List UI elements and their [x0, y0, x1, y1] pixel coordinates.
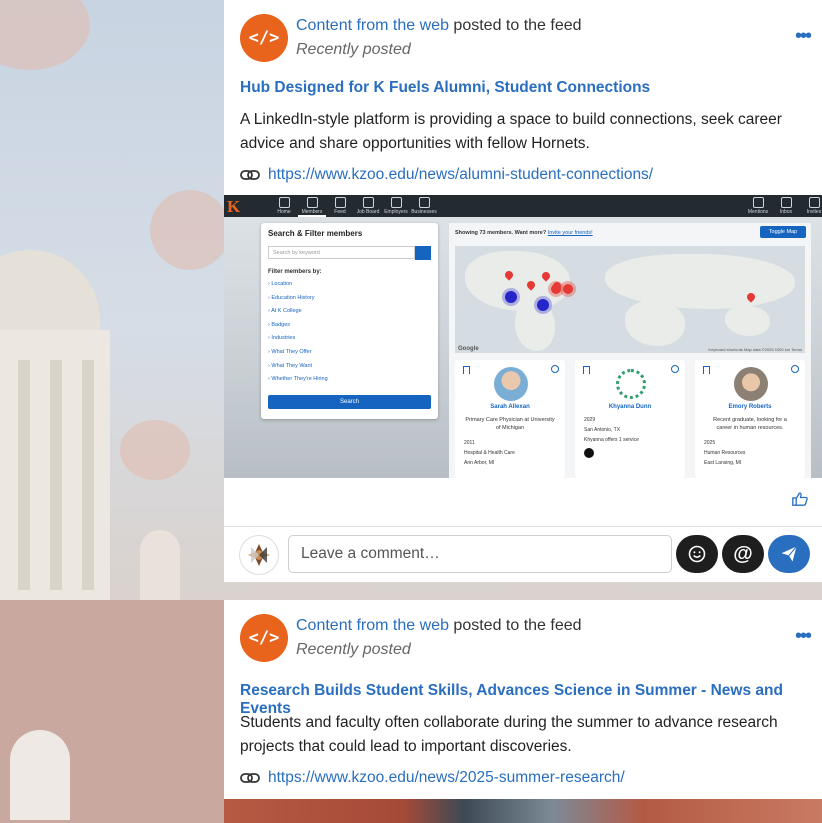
k-logo: K [227, 197, 241, 216]
post-url-link[interactable]: https://www.kzoo.edu/news/2025-summer-re… [268, 769, 625, 787]
code-icon: </> [240, 614, 288, 662]
feed-post: </> Content from the web posted to the f… [224, 600, 822, 823]
more-dots-icon[interactable]: ••• [795, 26, 812, 46]
thumbs-up-icon[interactable] [792, 492, 808, 506]
post-title[interactable]: Hub Designed for K Fuels Alumni, Student… [240, 79, 650, 97]
post-source-link[interactable]: Content from the web [296, 617, 449, 634]
send-icon[interactable] [768, 535, 810, 573]
link-icon [240, 773, 260, 783]
post-time: Recently posted [296, 641, 411, 658]
code-icon: </> [240, 14, 288, 62]
link-preview-image[interactable] [224, 799, 822, 823]
comment-input[interactable]: Leave a comment… [288, 535, 672, 573]
post-action: posted to the feed [453, 17, 582, 34]
emoji-icon[interactable] [676, 535, 718, 573]
post-url-link[interactable]: https://www.kzoo.edu/news/alumni-student… [268, 166, 653, 184]
post-source-link[interactable]: Content from the web [296, 17, 449, 34]
link-preview-image[interactable]: K Home Members Feed Job Board Employers … [224, 195, 822, 478]
at-icon[interactable]: @ [722, 535, 764, 573]
post-body: Students and faculty often collaborate d… [240, 714, 778, 755]
post-time: Recently posted [296, 41, 411, 58]
user-avatar [240, 536, 278, 574]
link-icon [240, 170, 260, 180]
feed-post: </> Content from the web posted to the f… [224, 0, 822, 582]
more-dots-icon[interactable]: ••• [795, 626, 812, 646]
post-action: posted to the feed [453, 617, 582, 634]
post-body: A LinkedIn-style platform is providing a… [240, 111, 782, 152]
